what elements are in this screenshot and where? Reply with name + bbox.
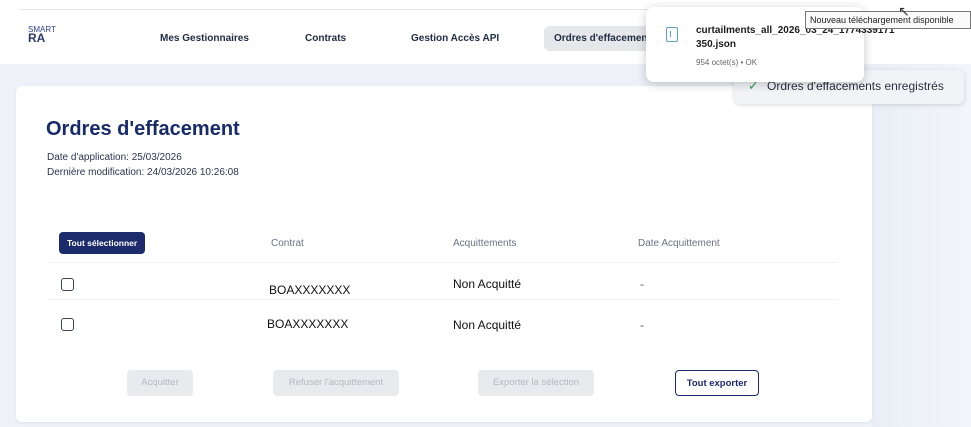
date-application: Date d'application: 25/03/2026 [47,152,182,163]
table-row: BOAXXXXXXX Non Acquitté - [48,306,838,344]
mouse-cursor-icon: ↖ [898,3,910,19]
nav-item-gestion-acces-api[interactable]: Gestion Accès API [411,33,499,44]
column-header-contrat: Contrat [271,238,304,249]
refuser-acquittement-button[interactable]: Refuser l'acquittement [273,370,399,396]
exporter-selection-button[interactable]: Exporter la sélection [478,370,594,396]
cell-contrat: BOAXXXXXXX [267,317,349,331]
page-title: Ordres d'effacement [46,118,240,140]
row-checkbox[interactable] [61,318,74,331]
cell-acquittement: Non Acquitté [453,277,522,291]
nav-item-mes-gestionnaires[interactable]: Mes Gestionnaires [160,33,249,44]
tout-exporter-button[interactable]: Tout exporter [675,370,759,396]
nav-item-ordres-effacement[interactable]: Ordres d'effacement [544,26,654,51]
download-tooltip: Nouveau téléchargement disponible [805,11,971,29]
download-meta: 954 octet(s) • OK [696,58,758,67]
divider [20,9,680,10]
file-icon [666,27,678,42]
acquitter-button[interactable]: Acquitter [127,370,193,396]
table-row: BOAXXXXXXX Non Acquitté - [48,262,838,300]
cell-date: - [640,318,644,332]
logo-main-text: RA [28,31,46,45]
main-card: Ordres d'effacement Date d'application: … [16,86,872,422]
cell-contrat: BOAXXXXXXX [269,283,351,297]
row-checkbox[interactable] [61,278,74,291]
app-logo[interactable]: SMART RA [28,25,62,51]
column-header-date-acquittement: Date Acquittement [638,238,720,249]
cell-date: - [640,277,644,291]
background-panel [872,64,971,427]
nav-item-contrats[interactable]: Contrats [305,33,346,44]
column-header-acquittements: Acquittements [453,238,517,249]
cell-acquittement: Non Acquitté [453,318,522,332]
derniere-modification: Dernière modification: 24/03/2026 10:26:… [47,167,239,178]
select-all-button[interactable]: Tout sélectionner [59,232,146,254]
